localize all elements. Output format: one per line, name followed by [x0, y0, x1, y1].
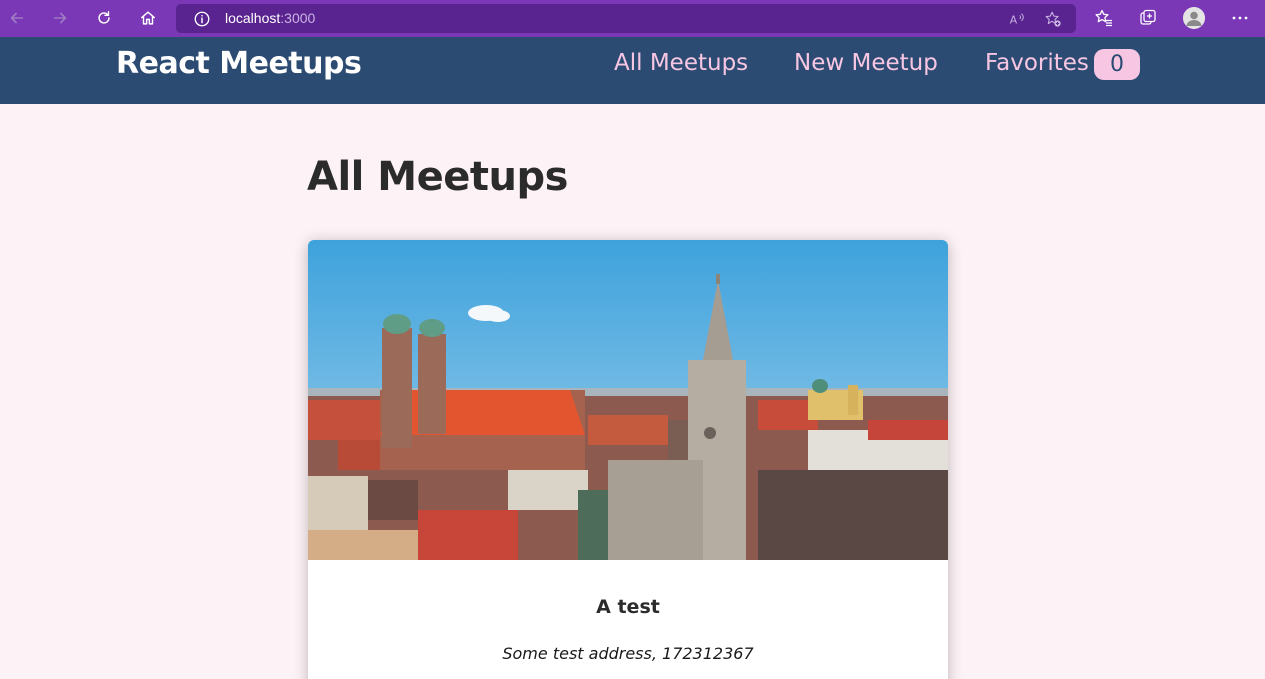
favorites-count-badge: 0: [1094, 49, 1140, 80]
back-arrow-icon[interactable]: [6, 7, 28, 29]
meetup-card: A test Some test address, 172312367: [308, 240, 948, 679]
url-text[interactable]: localhost:3000: [225, 10, 315, 26]
meetup-title: A test: [596, 596, 660, 618]
profile-avatar[interactable]: [1183, 7, 1205, 29]
app-header: React Meetups All Meetups New Meetup Fav…: [0, 37, 1265, 104]
meetup-address: Some test address, 172312367: [502, 644, 754, 663]
read-aloud-icon[interactable]: A: [1007, 9, 1027, 29]
nav-all-meetups-link[interactable]: All Meetups: [614, 50, 748, 76]
nav-favorites-link[interactable]: Favorites: [985, 50, 1089, 76]
info-icon[interactable]: [192, 9, 212, 29]
more-options-icon[interactable]: [1229, 7, 1251, 29]
app-logo: React Meetups: [116, 46, 362, 81]
forward-arrow-icon[interactable]: [49, 7, 71, 29]
add-favorite-icon[interactable]: [1043, 9, 1063, 29]
reload-icon[interactable]: [93, 7, 115, 29]
page-title: All Meetups: [307, 154, 568, 200]
favorites-icon[interactable]: [1093, 7, 1115, 29]
munich-city-skyline-image: [308, 240, 948, 560]
browser-toolbar: localhost:3000 A: [0, 0, 1265, 37]
address-bar[interactable]: localhost:3000 A: [176, 4, 1076, 33]
svg-text:A: A: [1010, 14, 1018, 27]
home-icon[interactable]: [137, 7, 159, 29]
collections-icon[interactable]: [1137, 7, 1159, 29]
nav-new-meetup-link[interactable]: New Meetup: [794, 50, 938, 76]
